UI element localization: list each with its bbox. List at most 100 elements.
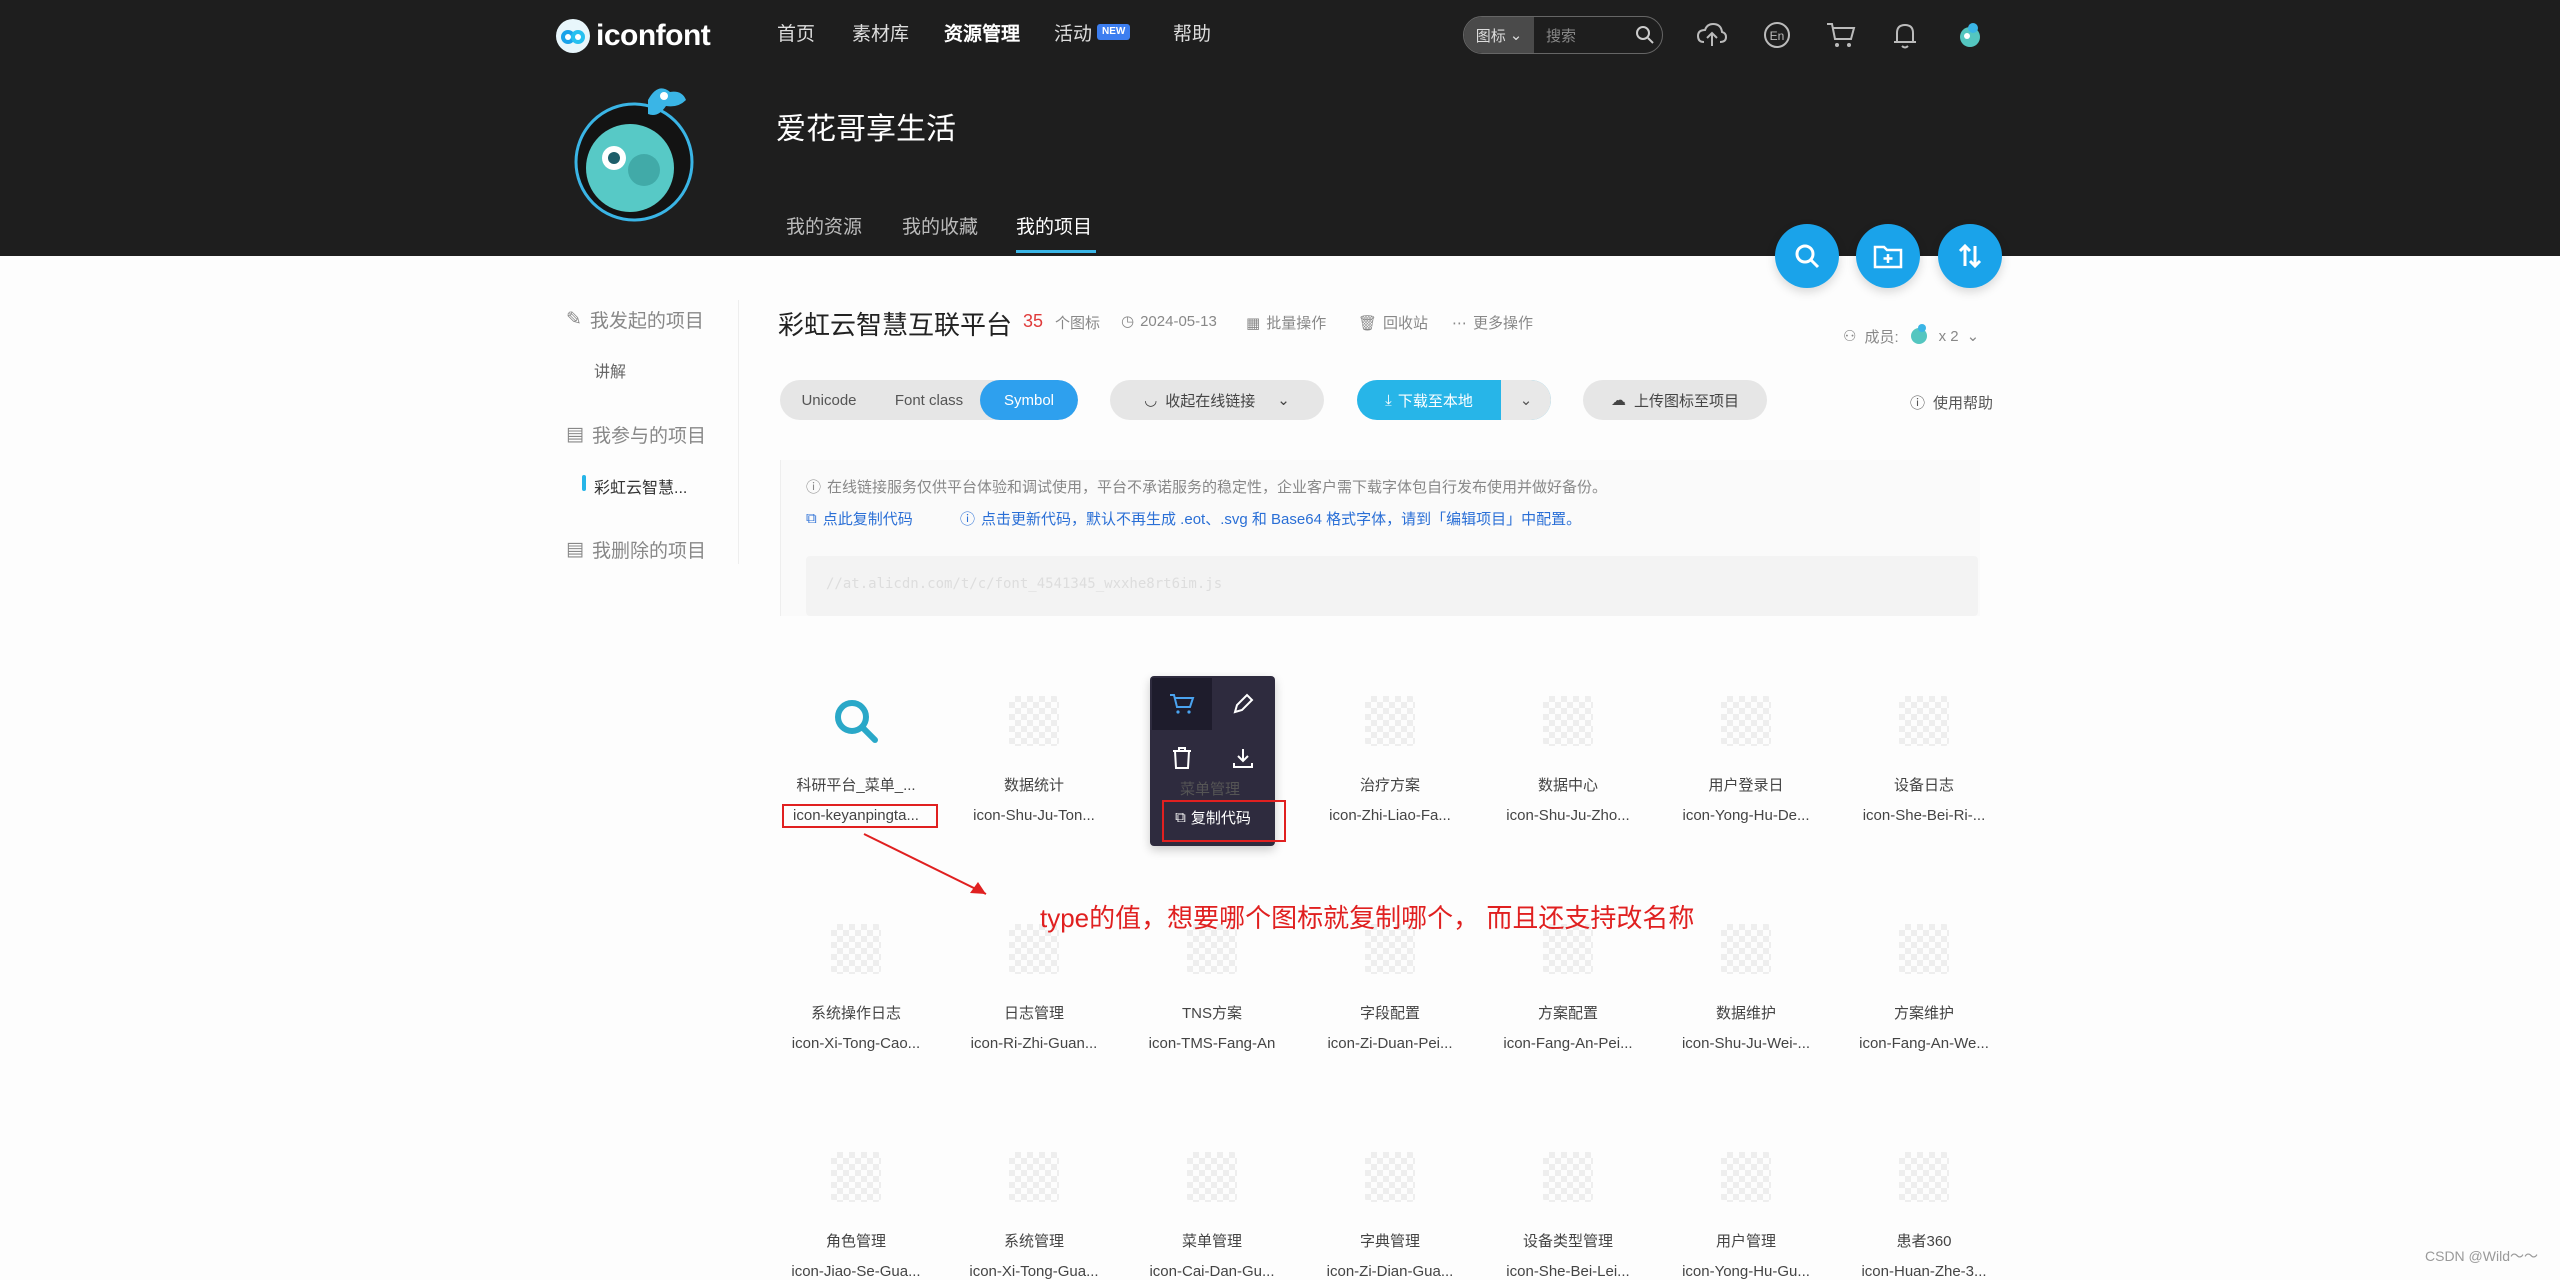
usage-help-link[interactable]: ⓘ 使用帮助 — [1910, 392, 1993, 413]
icon-card[interactable]: 治疗方案 icon-Zhi-Liao-Fa... — [1310, 696, 1470, 824]
icon-code: icon-Xi-Tong-Cao... — [791, 1035, 921, 1052]
recycle-bin-button[interactable]: 🗑 回收站 — [1358, 312, 1428, 333]
sidebar-divider — [738, 300, 739, 564]
icon-count-label: 个图标 — [1055, 315, 1101, 332]
icon-card[interactable]: 日志管理 icon-Ri-Zhi-Guan... — [954, 924, 1114, 1052]
hover-icon-name: 菜单管理 — [1180, 781, 1241, 798]
cart-icon[interactable] — [1152, 678, 1212, 730]
sidebar-sub-explain[interactable]: 讲解 — [594, 358, 626, 382]
icon-code: icon-Fang-An-We... — [1859, 1035, 1989, 1052]
icon-count: 35 — [1023, 311, 1044, 331]
icon-card[interactable]: 系统管理 icon-Xi-Tong-Gua... — [954, 1152, 1114, 1280]
tab-font-class[interactable]: Font class — [878, 380, 980, 420]
batch-operation-button[interactable]: ▦ 批量操作 — [1246, 312, 1326, 333]
download-local-button[interactable]: ⤓ 下载至本地 ⌄ — [1357, 380, 1551, 420]
grid-icon: ▦ — [1246, 314, 1261, 332]
user-name: 爱花哥享生活 — [776, 113, 956, 146]
language-en-icon[interactable]: En — [1760, 18, 1794, 52]
notice-line: ⓘ 在线链接服务仅供平台体验和调试使用，平台不承诺服务的稳定性，企业客户需下载字体… — [806, 476, 1607, 497]
icon-card[interactable]: 方案维护 icon-Fang-An-We... — [1844, 924, 2004, 1052]
cart-icon[interactable] — [1824, 18, 1858, 52]
top-header — [0, 0, 2560, 256]
icon-name: 科研平台_菜单_... — [796, 777, 916, 794]
tab-symbol[interactable]: Symbol — [980, 380, 1078, 420]
info-icon: ⓘ — [806, 479, 822, 496]
download-icon[interactable] — [1213, 732, 1273, 784]
icon-card[interactable]: 设备类型管理 icon-She-Bei-Lei... — [1488, 1152, 1648, 1280]
search-input[interactable]: 搜索 — [1534, 25, 1628, 46]
active-project-marker — [582, 475, 586, 491]
icon-code: icon-Shu-Ju-Ton... — [973, 807, 1095, 824]
new-folder-fab-button[interactable] — [1856, 224, 1920, 288]
annotation-arrow — [863, 833, 987, 895]
project-date: ◷ 2024-05-13 — [1121, 312, 1217, 331]
icon-card[interactable]: TNS方案 icon-TMS-Fang-An — [1132, 924, 1292, 1052]
download-dropdown-toggle[interactable]: ⌄ — [1501, 380, 1551, 420]
copy-code-link[interactable]: ⧉ 点此复制代码 — [806, 508, 913, 529]
icon-card[interactable]: 患者360 icon-Huan-Zhe-3... — [1844, 1152, 2004, 1280]
search-icon[interactable] — [1628, 25, 1662, 45]
sidebar-sub-joined-project[interactable]: 彩虹云智慧... — [594, 474, 687, 498]
format-segmented-control[interactable]: Unicode Font class Symbol — [780, 380, 1078, 420]
nav-help[interactable]: 帮助 — [1173, 22, 1211, 48]
icon-card[interactable]: 字典管理 icon-Zi-Dian-Gua... — [1310, 1152, 1470, 1280]
question-icon: ⓘ — [1910, 395, 1926, 412]
nav-activity[interactable]: 活动 — [1054, 22, 1092, 48]
code-url[interactable]: //at.alicdn.com/t/c/font_4541345_wxxhe8r… — [806, 556, 1978, 616]
subtab-projects[interactable]: 我的项目 — [1016, 212, 1092, 239]
icon-card[interactable]: 数据维护 icon-Shu-Ju-Wei-... — [1666, 924, 1826, 1052]
profile-avatar[interactable] — [574, 74, 694, 224]
nav-home[interactable]: 首页 — [777, 22, 815, 48]
icon-preview — [1721, 696, 1771, 746]
icon-name: 方案配置 — [1537, 1005, 1598, 1022]
edit-doc-icon: ✎ — [566, 309, 582, 330]
icon-card[interactable]: 方案配置 icon-Fang-An-Pei... — [1488, 924, 1648, 1052]
members-widget[interactable]: ⚇ 成员: x 2 ⌄ — [1843, 322, 1979, 350]
icon-card[interactable]: 用户管理 icon-Yong-Hu-Gu... — [1666, 1152, 1826, 1280]
bell-icon[interactable] — [1888, 18, 1922, 52]
upload-to-project-button[interactable]: ☁ 上传图标至项目 — [1583, 380, 1767, 420]
search-type-select[interactable]: 图标 ⌄ — [1464, 17, 1534, 53]
icon-name: 数据维护 — [1715, 1005, 1776, 1022]
nav-resources[interactable]: 资源管理 — [944, 22, 1020, 48]
tab-unicode[interactable]: Unicode — [780, 380, 878, 420]
highlight-box — [782, 804, 938, 828]
icon-card[interactable]: 数据中心 icon-Shu-Ju-Zho... — [1488, 696, 1648, 824]
icon-code: icon-Ri-Zhi-Guan... — [970, 1035, 1098, 1052]
icon-preview — [1543, 696, 1593, 746]
icon-name: 患者360 — [1896, 1233, 1952, 1250]
info-icon: ⓘ — [960, 511, 976, 528]
icon-card[interactable]: 数据统计 icon-Shu-Ju-Ton... — [954, 696, 1114, 824]
user-avatar-icon[interactable] — [1953, 18, 1987, 52]
icon-code: icon-TMS-Fang-An — [1148, 1035, 1276, 1052]
icon-card[interactable]: 用户登录日 icon-Yong-Hu-De... — [1666, 696, 1826, 824]
icon-card[interactable]: 菜单管理 icon-Cai-Dan-Gu... — [1132, 1152, 1292, 1280]
sidebar-item-joined[interactable]: ▤ 我参与的项目 — [566, 421, 706, 448]
edit-icon[interactable] — [1213, 678, 1273, 730]
icon-card[interactable]: 角色管理 icon-Jiao-Se-Gua... — [776, 1152, 936, 1280]
upload-icon[interactable] — [1695, 18, 1729, 52]
chevron-down-icon: ⌄ — [1966, 328, 1980, 345]
logo-text: iconfont — [596, 19, 711, 52]
icon-preview — [1009, 1152, 1059, 1202]
icon-card[interactable]: 系统操作日志 icon-Xi-Tong-Cao... — [776, 924, 936, 1052]
search-bar[interactable]: 图标 ⌄ 搜索 — [1463, 16, 1663, 54]
icon-name: 治疗方案 — [1359, 777, 1420, 794]
iconfont-logo[interactable]: iconfont — [556, 16, 711, 56]
sidebar-item-started[interactable]: ✎ 我发起的项目 — [566, 306, 704, 333]
subtab-favorites[interactable]: 我的收藏 — [902, 212, 978, 239]
icon-card[interactable]: 字段配置 icon-Zi-Duan-Pei... — [1310, 924, 1470, 1052]
search-fab-button[interactable] — [1775, 224, 1839, 288]
sidebar-item-deleted[interactable]: ▤ 我删除的项目 — [566, 536, 706, 563]
sort-fab-button[interactable] — [1938, 224, 2002, 288]
collapse-link-button[interactable]: ◡ 收起在线链接 ⌄ — [1110, 380, 1324, 420]
nav-materials[interactable]: 素材库 — [852, 22, 909, 48]
subtab-resources[interactable]: 我的资源 — [786, 212, 862, 239]
delete-icon[interactable] — [1152, 732, 1212, 784]
update-code-link[interactable]: ⓘ 点击更新代码，默认不再生成 .eot、.svg 和 Base64 格式字体，请… — [960, 508, 1581, 529]
watermark: CSDN @Wild～～ — [2425, 1248, 2538, 1264]
more-operations-button[interactable]: ⋯ 更多操作 — [1452, 312, 1533, 333]
icon-preview — [831, 924, 881, 974]
icon-code: icon-Shu-Ju-Zho... — [1506, 807, 1630, 824]
icon-card[interactable]: 设备日志 icon-She-Bei-Ri-... — [1844, 696, 2004, 824]
